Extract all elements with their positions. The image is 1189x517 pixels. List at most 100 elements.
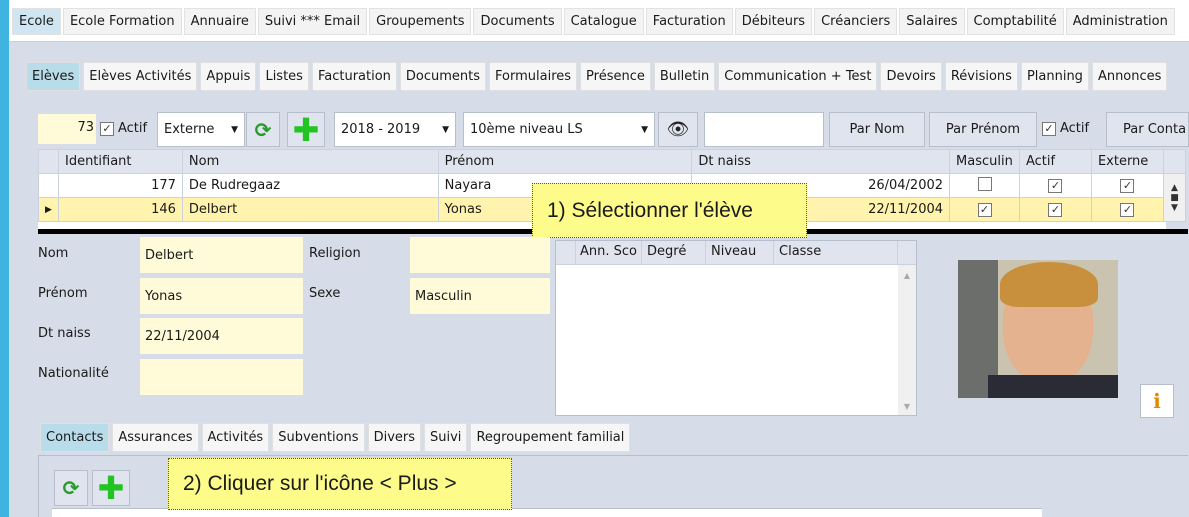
masculin-checkbox[interactable]: ✓: [977, 203, 992, 217]
menu-annuaire[interactable]: Annuaire: [183, 8, 256, 35]
menu-creanciers[interactable]: Créanciers: [814, 8, 898, 35]
prenom-field[interactable]: Yonas: [140, 278, 303, 314]
tab-bulletin[interactable]: Bulletin: [653, 62, 716, 91]
plus-icon: ✚: [292, 110, 320, 149]
tab-activites[interactable]: Activités: [201, 423, 270, 452]
contacts-refresh-button[interactable]: ⟳: [54, 470, 88, 506]
actif-checkbox[interactable]: ✓: [100, 121, 114, 136]
menu-documents[interactable]: Documents: [473, 8, 562, 35]
actif2-checkbox[interactable]: ✓: [1042, 121, 1056, 136]
nationalite-field[interactable]: [140, 359, 303, 395]
cell-id: 146: [57, 197, 183, 222]
refresh-icon: ⟳: [254, 117, 272, 142]
tab-communication-test[interactable]: Communication + Test: [718, 62, 878, 91]
tab-regroupement-familial[interactable]: Regroupement familial: [470, 423, 631, 452]
tab-planning[interactable]: Planning: [1020, 62, 1089, 91]
tab-revisions[interactable]: Révisions: [944, 62, 1018, 91]
menu-suivi-email[interactable]: Suivi *** Email: [257, 8, 368, 35]
actif-label: Actif: [118, 121, 148, 136]
nom-field[interactable]: Delbert: [140, 237, 303, 273]
cell-nom: Delbert: [181, 197, 439, 222]
add-button[interactable]: ✚: [287, 110, 325, 149]
tab-divers[interactable]: Divers: [367, 423, 422, 452]
menu-administration[interactable]: Administration: [1065, 8, 1175, 35]
tab-appuis[interactable]: Appuis: [200, 62, 257, 91]
externe-checkbox[interactable]: ✓: [1120, 203, 1135, 217]
tab-devoirs[interactable]: Devoirs: [880, 62, 942, 91]
menu-debiteurs[interactable]: Débiteurs: [734, 8, 813, 35]
col-ann-sco[interactable]: Ann. Sco: [576, 241, 642, 264]
col-niveau[interactable]: Niveau: [706, 241, 774, 264]
row-header: [38, 149, 59, 174]
actif-filter[interactable]: ✓ Actif: [100, 121, 147, 136]
type-select[interactable]: Externe ▼: [157, 112, 245, 147]
menu-ecole[interactable]: Ecole: [12, 8, 61, 35]
religion-label: Religion: [309, 246, 361, 261]
row-indicator: [38, 173, 59, 198]
par-nom-button[interactable]: Par Nom: [829, 112, 925, 147]
search-button[interactable]: 👁: [658, 112, 698, 147]
menu-catalogue[interactable]: Catalogue: [563, 8, 644, 35]
tab-eleves[interactable]: Elèves: [26, 62, 81, 91]
menu-comptabilite[interactable]: Comptabilité: [966, 8, 1064, 35]
actif-checkbox[interactable]: ✓: [1048, 179, 1063, 193]
refresh-button[interactable]: ⟳: [246, 112, 280, 147]
masculin-checkbox[interactable]: [977, 176, 992, 191]
cell-id: 177: [57, 173, 183, 198]
tab-assurances[interactable]: Assurances: [112, 423, 199, 452]
sexe-label: Sexe: [309, 286, 341, 301]
type-select-value: Externe: [164, 122, 215, 137]
par-prenom-button[interactable]: Par Prénom: [929, 112, 1037, 147]
externe-checkbox[interactable]: ✓: [1120, 179, 1135, 193]
menu-ecole-formation[interactable]: Ecole Formation: [62, 8, 182, 35]
col-actif[interactable]: Actif: [1019, 149, 1092, 174]
student-photo: [958, 260, 1118, 398]
tab-listes[interactable]: Listes: [259, 62, 309, 91]
chevron-down-icon: ▼: [442, 124, 449, 135]
year-select-value: 2018 - 2019: [341, 122, 421, 137]
menu-salaires[interactable]: Salaires: [899, 8, 965, 35]
sexe-field[interactable]: Masculin: [410, 278, 550, 314]
tab-annonces[interactable]: Annonces: [1091, 62, 1168, 91]
col-prenom[interactable]: Prénom: [437, 149, 693, 174]
tab-subventions[interactable]: Subventions: [272, 423, 365, 452]
actif-checkbox[interactable]: ✓: [1048, 203, 1063, 217]
chevron-down-icon: ▼: [641, 124, 648, 135]
col-nom[interactable]: Nom: [181, 149, 439, 174]
dt-naiss-field[interactable]: 22/11/2004: [140, 318, 303, 354]
tab-contacts[interactable]: Contacts: [40, 423, 110, 452]
menu-facturation[interactable]: Facturation: [645, 8, 733, 35]
info-button[interactable]: ℹ: [1140, 384, 1174, 418]
grid-scrollbar[interactable]: ▲ ■ ▼: [1162, 173, 1187, 222]
contacts-add-button[interactable]: ✚: [92, 469, 130, 507]
col-identifiant[interactable]: Identifiant: [57, 149, 183, 174]
tab-formulaires[interactable]: Formulaires: [489, 62, 578, 91]
col-externe[interactable]: Externe: [1090, 149, 1164, 174]
info-icon: ℹ: [1153, 389, 1161, 413]
col-masculin[interactable]: Masculin: [949, 149, 1020, 174]
tab-suivi[interactable]: Suivi: [424, 423, 468, 452]
religion-field[interactable]: [410, 237, 550, 273]
callout-select-student: 1) Sélectionner l'élève: [532, 183, 807, 238]
class-select-value: 10ème niveau LS: [470, 122, 583, 137]
par-contact-button[interactable]: Par Conta: [1106, 112, 1189, 147]
search-input[interactable]: [704, 112, 824, 147]
prenom-label: Prénom: [38, 286, 88, 301]
tab-documents[interactable]: Documents: [399, 62, 487, 91]
col-degre[interactable]: Degré: [642, 241, 706, 264]
col-dt-naiss[interactable]: Dt naiss: [691, 149, 951, 174]
actif-filter-2[interactable]: ✓ Actif: [1042, 121, 1089, 136]
class-select[interactable]: 10ème niveau LS ▼: [463, 112, 655, 147]
student-count: 73: [38, 114, 96, 144]
binoculars-icon: 👁: [666, 119, 690, 140]
menu-groupements[interactable]: Groupements: [369, 8, 472, 35]
tab-eleves-activites[interactable]: Elèves Activités: [83, 62, 198, 91]
actif2-label: Actif: [1060, 121, 1090, 136]
year-select[interactable]: 2018 - 2019 ▼: [334, 112, 456, 147]
top-menu: Ecole Ecole Formation Annuaire Suivi ***…: [12, 8, 1175, 35]
col-classe[interactable]: Classe: [774, 241, 898, 264]
tab-presence[interactable]: Présence: [580, 62, 651, 91]
classes-scrollbar[interactable]: ▲ ▼: [898, 265, 916, 415]
dt-naiss-label: Dt naiss: [38, 326, 91, 341]
tab-facturation[interactable]: Facturation: [311, 62, 397, 91]
